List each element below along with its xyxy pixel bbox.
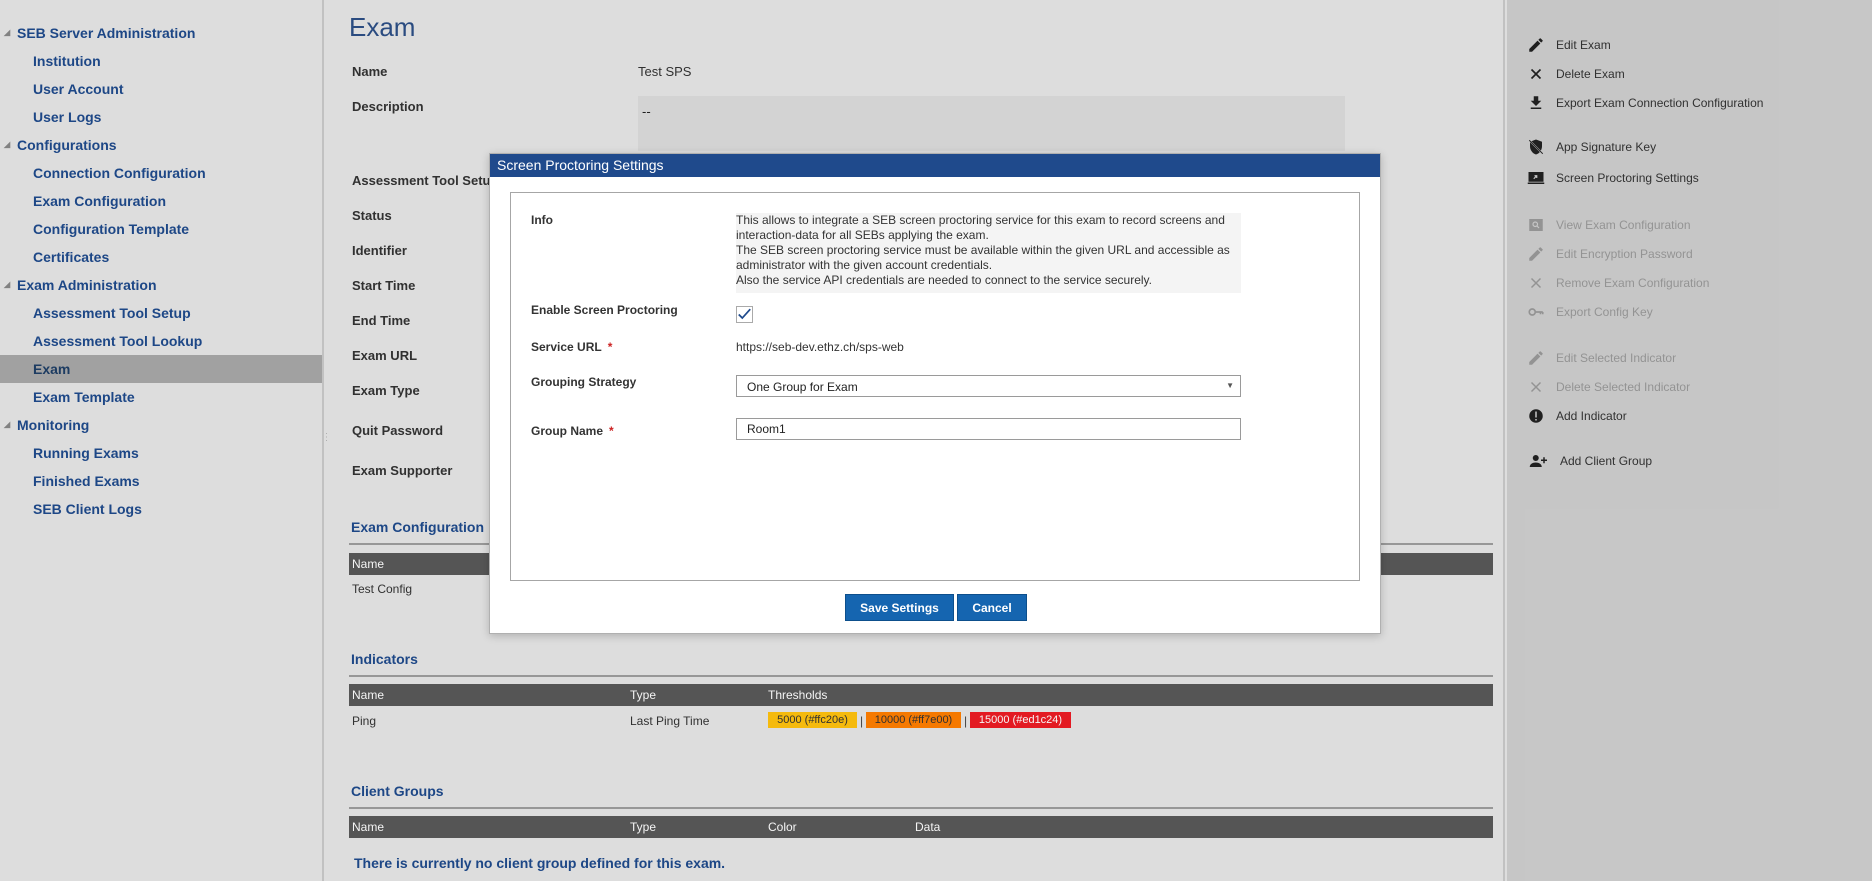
checkmark-icon xyxy=(738,308,751,320)
service-url-value: https://seb-dev.ethz.ch/sps-web xyxy=(736,340,904,354)
grouping-strategy-value: One Group for Exam xyxy=(747,380,858,394)
cancel-button[interactable]: Cancel xyxy=(957,594,1027,621)
info-line: interaction-data for all SEBs applying t… xyxy=(736,228,989,242)
screen-proctoring-settings-dialog: Screen Proctoring Settings Info This all… xyxy=(489,153,1381,634)
info-line: administrator with the given account cre… xyxy=(736,258,993,272)
dialog-title: Screen Proctoring Settings xyxy=(490,154,1380,177)
info-text: This allows to integrate a SEB screen pr… xyxy=(736,213,1241,293)
info-line: This allows to integrate a SEB screen pr… xyxy=(736,213,1225,227)
info-line: The SEB screen proctoring service must b… xyxy=(736,243,1230,257)
group-name-label-text: Group Name xyxy=(531,424,604,438)
service-url-label: Service URL * xyxy=(531,340,612,354)
group-name-label: Group Name * xyxy=(531,424,614,438)
chevron-down-icon: ▼ xyxy=(1226,381,1234,390)
save-settings-button[interactable]: Save Settings xyxy=(845,594,954,621)
group-name-input[interactable]: Room1 xyxy=(736,418,1241,440)
required-marker: * xyxy=(607,340,613,354)
enable-screen-proctoring-checkbox[interactable] xyxy=(736,306,753,323)
enable-screen-proctoring-label: Enable Screen Proctoring xyxy=(531,303,678,317)
grouping-strategy-label: Grouping Strategy xyxy=(531,375,637,389)
info-line: Also the service API credentials are nee… xyxy=(736,273,1153,287)
grouping-strategy-select[interactable]: One Group for Exam ▼ xyxy=(736,375,1241,397)
service-url-label-text: Service URL xyxy=(531,340,602,354)
dialog-form: Info This allows to integrate a SEB scre… xyxy=(510,192,1360,581)
info-label: Info xyxy=(531,213,553,227)
required-marker: * xyxy=(609,424,614,438)
